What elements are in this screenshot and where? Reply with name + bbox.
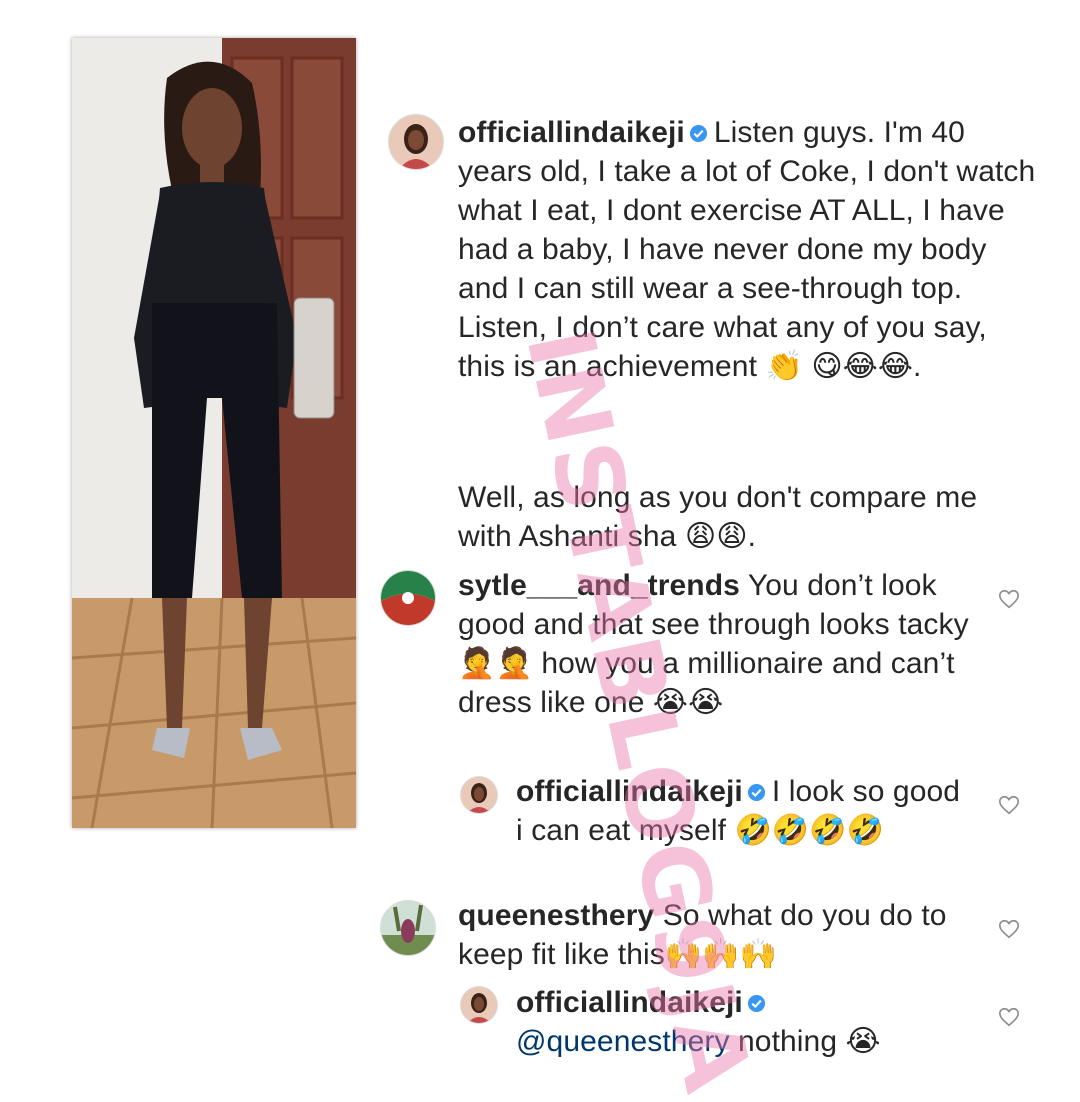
avatar[interactable] [460,776,498,814]
verified-badge-icon [689,124,707,143]
reply-username[interactable]: officiallindaikeji [516,986,743,1019]
like-heart-icon[interactable] [998,794,1020,816]
comment-username[interactable]: queenesthery [458,899,654,932]
post-caption-line2: Well, as long as you don't compare me wi… [458,478,1038,556]
avatar-photo-icon [381,901,435,955]
reply-1: officiallindaikeji I look so good i can e… [516,772,966,850]
post-photo [72,38,356,828]
reply-username[interactable]: officiallindaikeji [516,775,743,808]
like-heart-icon[interactable] [998,918,1020,940]
avatar-photo-icon [389,115,443,169]
comment-2: queenesthery So what do you do to keep f… [458,896,978,974]
avatar[interactable] [380,570,436,626]
avatar[interactable] [388,114,444,170]
comment-1: sytle___and_trends You don’t look good a… [458,566,978,722]
verified-badge-icon [747,994,765,1013]
woman-photo-illustration [72,38,356,828]
avatar[interactable] [380,900,436,956]
avatar-photo-icon [461,987,497,1023]
like-heart-icon[interactable] [998,588,1020,610]
reply-text: nothing 😭 [738,1025,881,1058]
avatar-photo-icon [461,777,497,813]
reply-2: officiallindaikeji @queenesthery nothing… [516,983,966,1061]
reply-mention[interactable]: @queenesthery [516,1025,730,1058]
avatar[interactable] [460,986,498,1024]
post-username[interactable]: officiallindaikeji [458,116,685,149]
post-caption-text-2: Well, as long as you don't compare me wi… [458,481,978,553]
post-caption: officiallindaikeji Listen guys. I'm 40 ye… [458,113,1038,386]
post-caption-text: Listen guys. I'm 40 years old, I take a … [458,116,1036,383]
comment-username[interactable]: sytle___and_trends [458,569,740,602]
avatar-photo-icon [381,571,435,625]
verified-badge-icon [747,783,765,802]
like-heart-icon[interactable] [998,1006,1020,1028]
